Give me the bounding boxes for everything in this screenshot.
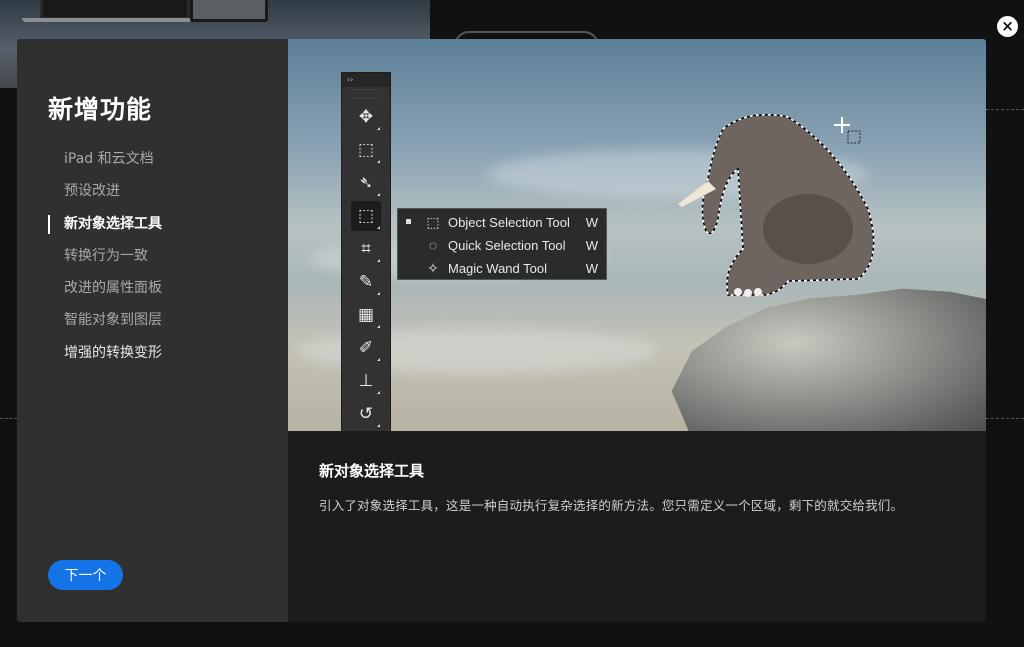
shortcut-key: W [585, 238, 598, 253]
laptop-graphic [40, 0, 190, 20]
laptop-base-graphic [22, 18, 192, 22]
divider [986, 109, 1024, 110]
nav-item-object-selection-tool[interactable]: 新对象选择工具 [17, 208, 288, 240]
nav-item-label: 转换行为一致 [64, 247, 148, 264]
current-tool-indicator [406, 219, 411, 224]
flyout-item-quick-selection: ◌ Quick Selection Tool W [398, 234, 606, 257]
nav-item-label: 新对象选择工具 [64, 215, 162, 232]
close-icon: × [1001, 17, 1014, 35]
brush-icon: ✐ [351, 333, 381, 363]
close-button[interactable]: × [997, 16, 1018, 37]
crop-icon: ⌗ [351, 234, 381, 264]
feature-title: 新对象选择工具 [319, 462, 425, 480]
object-selection-icon: ⬚ [351, 201, 381, 231]
feature-illustration: ›› ✥ ⬚ ➴ ⬚ ⌗ ✎ ▦ ✐ ⊥ ↺ ⬚ Object Selectio… [288, 39, 986, 431]
object-selection-icon: ⬚ [426, 214, 440, 230]
nav-item-label: iPad 和云文档 [64, 151, 154, 167]
history-brush-icon: ↺ [351, 399, 381, 429]
nav-item-label: 增强的转换变形 [64, 344, 162, 361]
divider [0, 418, 17, 419]
flyout-item-label: Magic Wand Tool [448, 261, 547, 276]
dialog-title: 新增功能 [48, 95, 153, 124]
whats-new-dialog: 新增功能 iPad 和云文档 预设改进 新对象选择工具 转换行为一致 改进的属性… [17, 39, 986, 622]
move-icon: ✥ [351, 102, 381, 132]
nav-item-consistent-transform[interactable]: 转换行为一致 [17, 240, 288, 272]
quick-selection-icon: ◌ [428, 237, 438, 253]
marquee-icon: ⬚ [351, 135, 381, 165]
sidebar: 新增功能 iPad 和云文档 预设改进 新对象选择工具 转换行为一致 改进的属性… [17, 39, 288, 622]
flyout-item-label: Quick Selection Tool [448, 238, 566, 253]
magic-wand-icon: ✧ [427, 260, 439, 276]
crosshair-cursor-icon [834, 117, 861, 144]
flyout-item-label: Object Selection Tool [448, 215, 570, 230]
toolbar-collapse-icon: ›› [342, 73, 390, 87]
divider [986, 418, 1024, 419]
nav-item-label: 智能对象到图层 [64, 312, 162, 329]
shortcut-key: W [585, 261, 598, 276]
healing-brush-icon: ▦ [351, 300, 381, 330]
nav-item-ipad-cloud-docs[interactable]: iPad 和云文档 [17, 143, 288, 175]
ps-toolbar: ›› ✥ ⬚ ➴ ⬚ ⌗ ✎ ▦ ✐ ⊥ ↺ [341, 72, 391, 431]
toolbar-grip [354, 89, 378, 99]
active-indicator [48, 214, 50, 234]
rock-image [671, 288, 986, 431]
tablet-graphic [190, 0, 268, 22]
next-button[interactable]: 下一个 [48, 560, 123, 590]
nav-item-enhanced-warp[interactable]: 增强的转换变形 [17, 337, 288, 369]
clone-stamp-icon: ⊥ [351, 366, 381, 396]
flyout-item-magic-wand: ✧ Magic Wand Tool W [398, 257, 606, 280]
tool-flyout-menu: ⬚ Object Selection Tool W ◌ Quick Select… [397, 208, 607, 280]
nav-item-properties-panel[interactable]: 改进的属性面板 [17, 272, 288, 304]
nav-item-label: 改进的属性面板 [64, 280, 162, 297]
feature-description: 引入了对象选择工具，这是一种自动执行复杂选择的新方法。您只需定义一个区域，剩下的… [319, 498, 904, 513]
flyout-item-object-selection: ⬚ Object Selection Tool W [398, 211, 606, 234]
shortcut-key: W [585, 215, 598, 230]
eyedropper-icon: ✎ [351, 267, 381, 297]
nav-item-label: 预设改进 [64, 183, 120, 200]
lasso-icon: ➴ [351, 168, 381, 198]
feature-nav: iPad 和云文档 预设改进 新对象选择工具 转换行为一致 改进的属性面板 智能… [17, 143, 288, 369]
nav-item-preset-improvements[interactable]: 预设改进 [17, 175, 288, 207]
nav-item-smart-object-to-layers[interactable]: 智能对象到图层 [17, 304, 288, 336]
